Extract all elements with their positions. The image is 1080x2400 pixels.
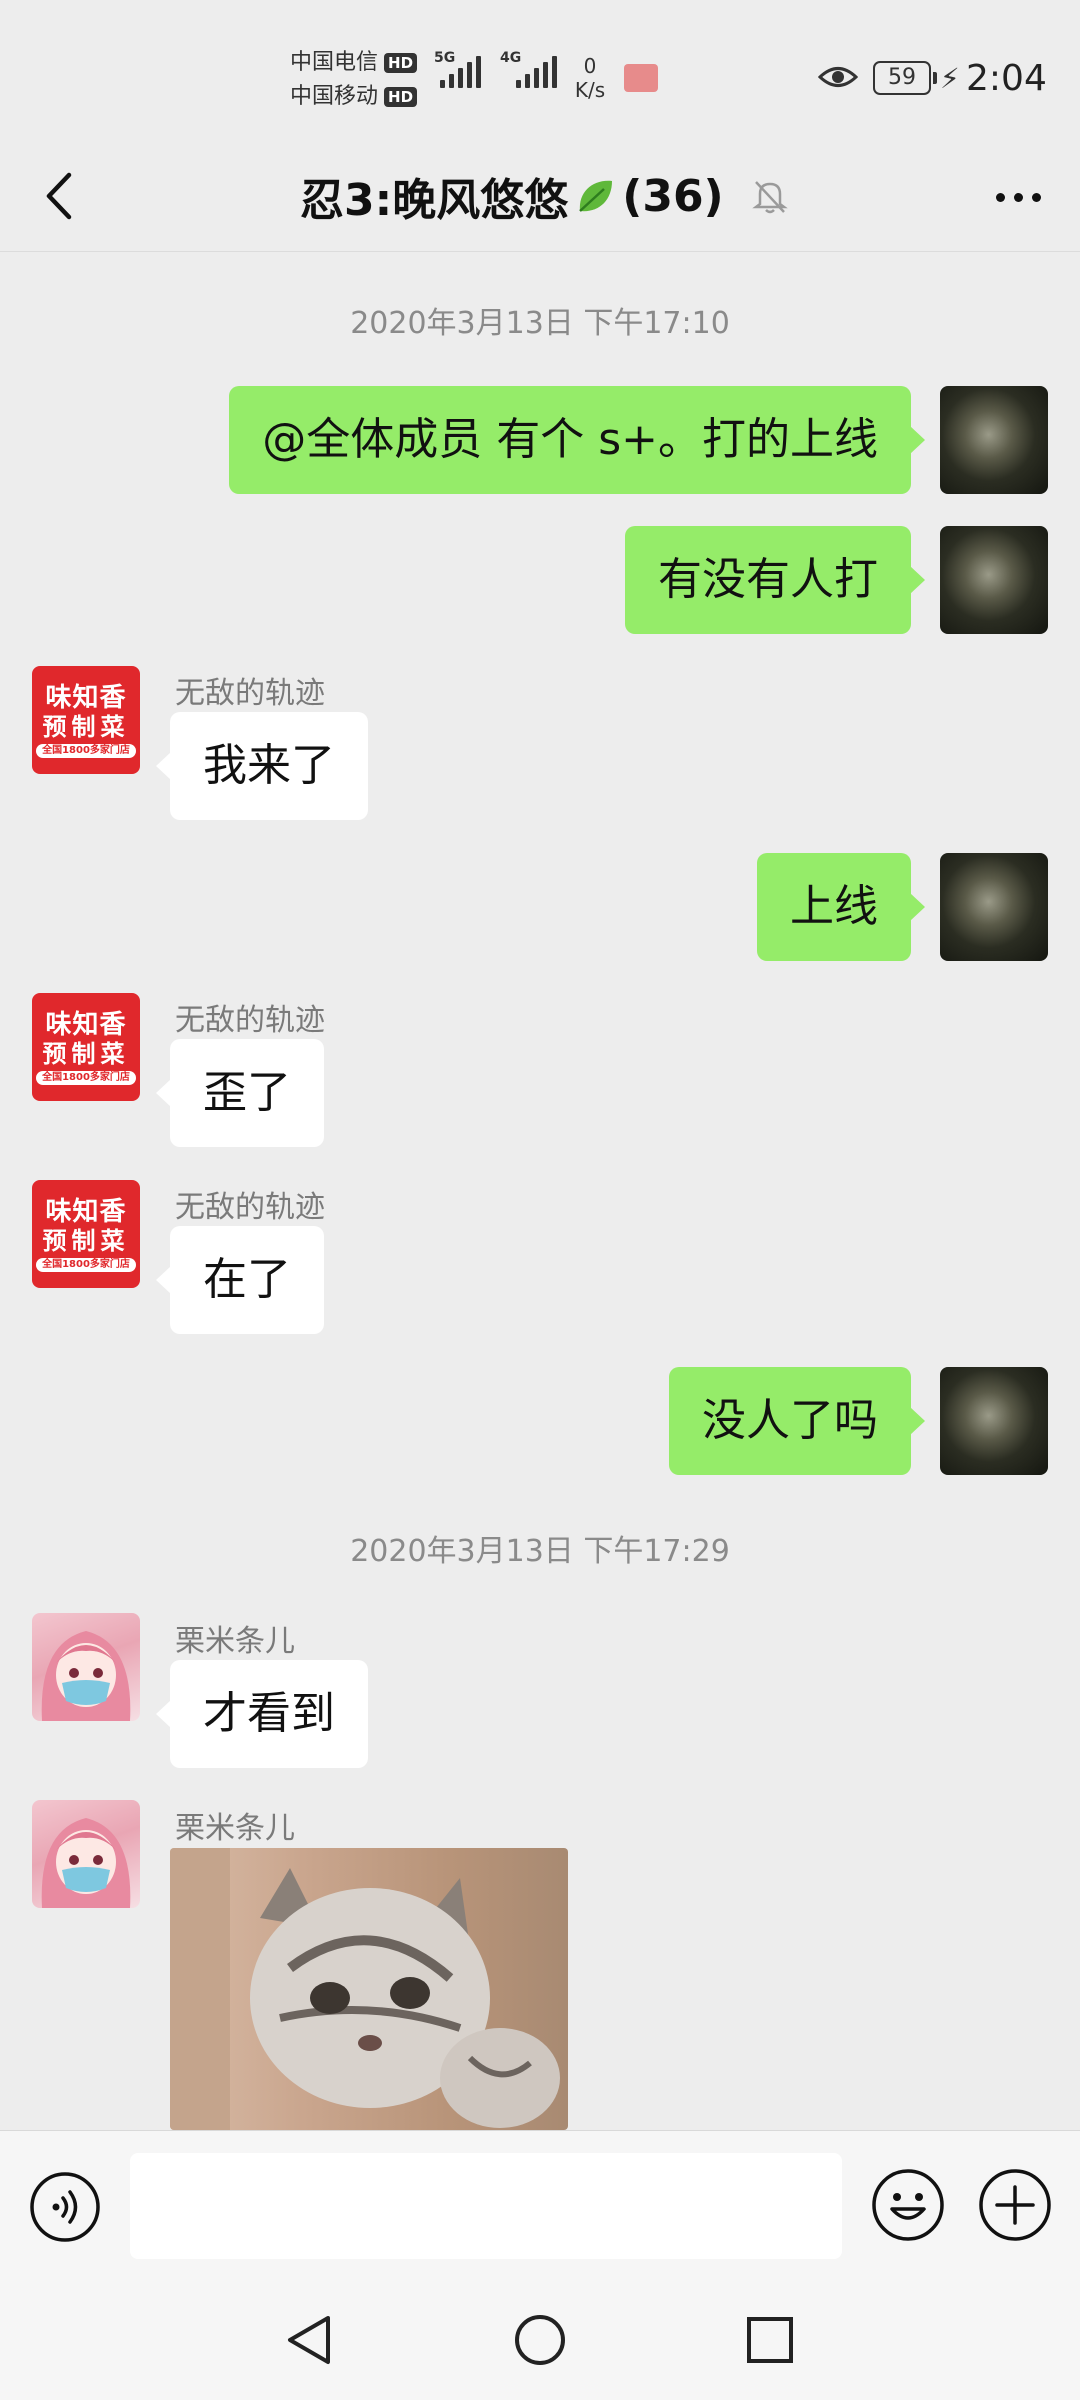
notification-icon [624,64,658,92]
eye-comfort-icon [818,67,858,87]
sender-avatar[interactable] [32,1800,140,1908]
cat-sticker-image[interactable] [170,1848,568,2130]
charging-icon: ⚡ [940,62,960,95]
sender-avatar[interactable]: 味知香 预制菜 全国1800多家门店 [32,993,140,1101]
sender-name: 栗米条儿 [175,1811,295,1846]
my-avatar[interactable] [940,853,1048,961]
hd-badge: HD [384,87,418,107]
anime-girl-avatar-icon [41,1818,131,1908]
plus-icon[interactable] [977,2167,1053,2243]
chat-header: 忍3:晚风悠悠 (36) [0,140,1080,252]
carrier-2: 中国移动 [290,84,379,109]
chat-title: 忍3:晚风悠悠 (36) [300,166,790,226]
input-bar [0,2130,1080,2280]
message-input[interactable] [130,2153,842,2259]
sender-avatar[interactable] [32,1613,140,1721]
hd-badge: HD [384,53,418,73]
sender-avatar[interactable]: 味知香 预制菜 全国1800多家门店 [32,1180,140,1288]
sender-name: 无敌的轨迹 [175,676,325,711]
my-avatar[interactable] [940,526,1048,634]
message-bubble[interactable]: 有没有人打 [625,526,925,634]
timestamp: 2020年3月13日 下午17:10 [350,306,730,341]
anime-girl-avatar-icon [41,1631,131,1721]
leaf-emoji-icon [579,180,613,212]
voice-icon[interactable] [28,2170,102,2244]
nav-home-icon[interactable] [510,2310,570,2370]
mute-bell-icon [751,181,788,214]
carrier-1: 中国电信 [290,50,379,75]
message-bubble[interactable]: 上线 [757,853,925,961]
group-name: 忍3:晚风悠悠 [300,175,569,226]
message-bubble[interactable]: 我来了 [156,712,368,820]
sender-name: 无敌的轨迹 [175,1003,325,1038]
signal-5g-icon: 5G [434,50,481,88]
message-bubble[interactable]: 在了 [156,1226,324,1334]
signal-4g-icon: 4G [500,50,557,88]
my-avatar[interactable] [940,1367,1048,1475]
status-bar: 中国电信 HD 中国移动 HD 5G 4G 0 K/s 59 ⚡ 2:04 [0,0,1080,140]
clock: 2:04 [966,58,1047,99]
message-bubble[interactable]: @全体成员 有个 s+。打的上线 [229,386,925,494]
system-nav-bar [0,2280,1080,2400]
more-icon [995,192,1005,202]
sender-avatar[interactable]: 味知香 预制菜 全国1800多家门店 [32,666,140,774]
emoji-icon[interactable] [870,2167,946,2243]
member-count: (36) [622,170,724,222]
message-bubble[interactable]: 歪了 [156,1039,324,1147]
battery-icon: 59 [873,61,937,95]
sender-name: 无敌的轨迹 [175,1190,325,1225]
back-arrow-icon [46,172,72,220]
message-bubble[interactable]: 才看到 [156,1660,368,1768]
back-button[interactable] [30,164,90,228]
network-speed: 0 K/s [574,54,606,102]
carrier-info: 中国电信 HD 中国移动 HD [290,46,418,114]
more-button[interactable] [986,172,1050,222]
my-avatar[interactable] [940,386,1048,494]
nav-back-icon[interactable] [280,2310,340,2370]
sender-name: 栗米条儿 [175,1624,295,1659]
timestamp: 2020年3月13日 下午17:29 [350,1534,730,1569]
message-bubble[interactable]: 没人了吗 [669,1367,925,1475]
nav-recent-icon[interactable] [740,2310,800,2370]
